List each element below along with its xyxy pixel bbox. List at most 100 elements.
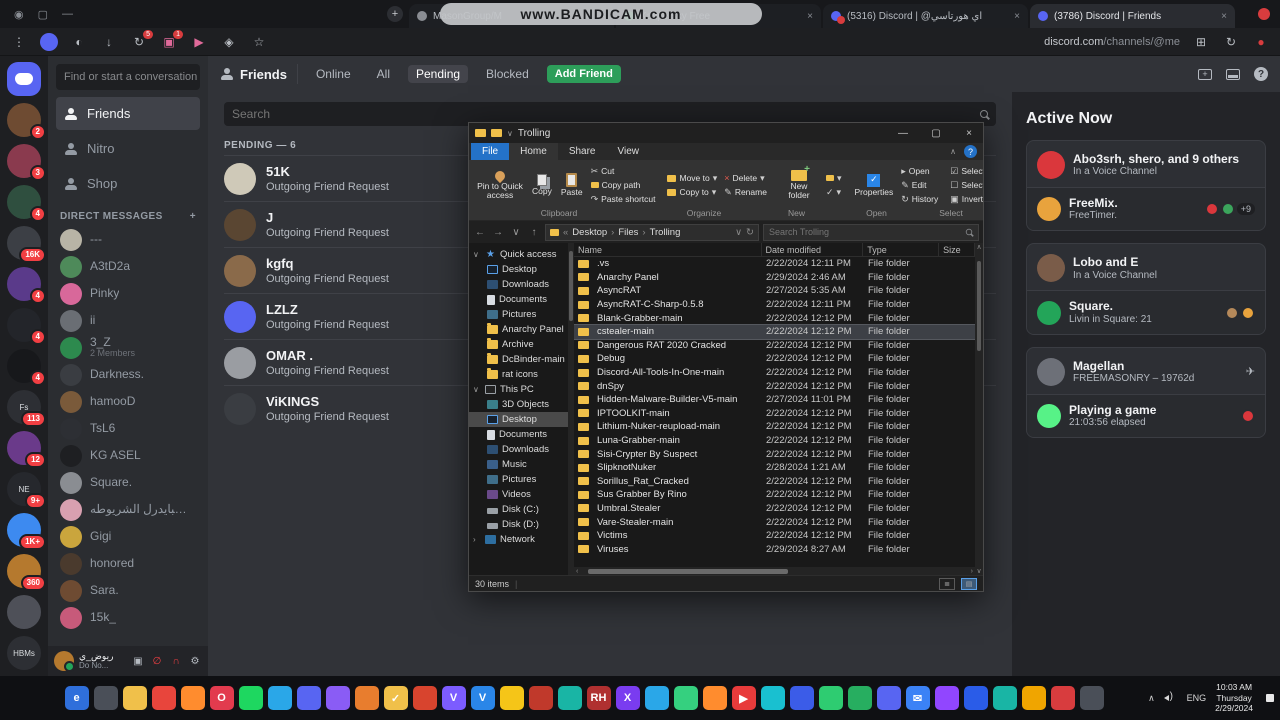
minimize-button[interactable]: —: [889, 123, 917, 143]
file-row[interactable]: Anarchy Panel 2/29/2024 2:46 AM File fol…: [574, 271, 975, 285]
tab-close-icon[interactable]: ×: [807, 11, 813, 22]
edit-button[interactable]: ✎ Edit: [899, 179, 940, 192]
dm-item[interactable]: Gigi: [56, 523, 200, 550]
taskbar-app-icon[interactable]: [992, 686, 1017, 710]
tree-item[interactable]: Documents: [469, 292, 568, 307]
server-icon[interactable]: 12: [7, 431, 46, 468]
tree-quick-access[interactable]: ∨ ★ Quick access: [469, 247, 568, 262]
recent-locations-icon[interactable]: ∨: [509, 227, 523, 238]
taskbar-app-icon[interactable]: [528, 686, 553, 710]
file-row[interactable]: Vare-Stealer-main 2/22/2024 12:12 PM Fil…: [574, 515, 975, 529]
taskbar-app-icon[interactable]: [1050, 686, 1075, 710]
new-tab-button[interactable]: +: [387, 6, 404, 22]
taskbar-app-icon[interactable]: [818, 686, 843, 710]
pin-quick-access-button[interactable]: Pin to Quick access: [474, 168, 526, 201]
file-row[interactable]: Sorillus_Rat_Cracked 2/22/2024 12:12 PM …: [574, 475, 975, 489]
active-now-card[interactable]: Abo3srh, shero, and 9 others In a Voice …: [1026, 140, 1266, 232]
column-name[interactable]: Name: [574, 243, 762, 256]
file-row[interactable]: Sus Grabber By Rino 2/22/2024 12:12 PM F…: [574, 488, 975, 502]
window-minimize-icon[interactable]: —: [62, 8, 73, 21]
tree-this-pc[interactable]: ∨ This PC: [469, 382, 568, 397]
taskbar-app-icon[interactable]: [1079, 686, 1104, 710]
tree-item[interactable]: 3D Objects: [469, 397, 568, 412]
shield-icon[interactable]: ◈: [220, 33, 238, 51]
help-icon[interactable]: ?: [1254, 67, 1268, 81]
window-close-icon[interactable]: ◉: [14, 8, 24, 21]
deafen-icon[interactable]: ∩: [169, 654, 183, 668]
mute-mic-icon[interactable]: ∅: [150, 654, 164, 668]
taskbar-app-icon[interactable]: [180, 686, 205, 710]
paste-button[interactable]: Paste: [558, 172, 586, 198]
breadcrumb[interactable]: « Desktop › Files › Trolling ∨ ↻: [545, 223, 759, 241]
dm-item[interactable]: 15k_: [56, 604, 200, 631]
tree-item[interactable]: Pictures: [469, 472, 568, 487]
sidebar-nav-item[interactable]: Friends: [56, 97, 200, 130]
friends-tab[interactable]: Online: [308, 65, 359, 83]
taskbar-app-icon[interactable]: V: [441, 686, 466, 710]
address-dropdown-icon[interactable]: ∨: [735, 227, 742, 238]
friends-tab[interactable]: Pending: [408, 65, 469, 83]
create-dm-icon[interactable]: +: [190, 211, 196, 222]
server-icon[interactable]: 2: [7, 103, 46, 140]
taskbar-app-icon[interactable]: [93, 686, 118, 710]
file-row[interactable]: Luna-Grabber-main 2/22/2024 12:12 PM Fil…: [574, 434, 975, 448]
capture-icon[interactable]: ▣ 1: [160, 29, 183, 51]
server-icon[interactable]: Fs 113: [7, 390, 46, 427]
invert-selection-button[interactable]: ▣Invert selection: [948, 193, 983, 206]
forward-icon[interactable]: →: [491, 227, 505, 238]
dm-item[interactable]: Square.: [56, 469, 200, 496]
theme-toggle-icon[interactable]: ◐: [70, 33, 88, 51]
taskbar-app-icon[interactable]: [267, 686, 292, 710]
breadcrumb-trolling[interactable]: Trolling: [650, 227, 681, 238]
file-row[interactable]: Hidden-Malware-Builder-V5-main 2/27/2024…: [574, 393, 975, 407]
conversation-search[interactable]: Find or start a conversation: [56, 64, 200, 90]
taskbar-app-icon[interactable]: [1021, 686, 1046, 710]
explorer-search[interactable]: [763, 223, 979, 241]
explorer-help-icon[interactable]: ?: [964, 145, 977, 158]
easy-access-button[interactable]: ✓ ▾: [824, 186, 844, 199]
server-icon[interactable]: [7, 62, 41, 96]
file-row[interactable]: Blank-Grabber-main 2/22/2024 12:12 PM Fi…: [574, 311, 975, 325]
taskbar-app-icon[interactable]: [702, 686, 727, 710]
hidden-icons-chevron-icon[interactable]: ∧: [1148, 693, 1155, 704]
taskbar-app-icon[interactable]: [151, 686, 176, 710]
ribbon-tab-share[interactable]: Share: [558, 143, 607, 160]
column-type[interactable]: Type: [863, 243, 940, 256]
explorer-titlebar[interactable]: ∨ Trolling — ▢ ×: [469, 123, 983, 143]
dm-item[interactable]: ii: [56, 307, 200, 334]
dm-item[interactable]: 3_Z 2 Members: [56, 334, 200, 361]
server-icon[interactable]: 4: [7, 185, 46, 222]
tree-item[interactable]: Downloads: [469, 442, 568, 457]
tree-item[interactable]: Pictures: [469, 307, 568, 322]
close-button[interactable]: ×: [955, 123, 983, 143]
tree-network[interactable]: › Network: [469, 532, 568, 547]
taskbar-app-icon[interactable]: [644, 686, 669, 710]
back-icon[interactable]: ←: [473, 227, 487, 238]
horizontal-scrollbar[interactable]: ‹ ›: [574, 567, 975, 575]
new-group-dm-icon[interactable]: +: [1198, 68, 1212, 80]
taskbar-app-icon[interactable]: [963, 686, 988, 710]
user-avatar[interactable]: [54, 651, 75, 672]
file-row[interactable]: Victims 2/22/2024 12:12 PM File folder: [574, 529, 975, 543]
reload-icon[interactable]: ↻: [1222, 33, 1240, 51]
taskbar-app-icon[interactable]: [760, 686, 785, 710]
move-to-button[interactable]: Move to ▾: [665, 172, 719, 185]
explorer-search-input[interactable]: [769, 227, 965, 237]
taskbar-app-icon[interactable]: ✉: [905, 686, 930, 710]
taskbar-app-icon[interactable]: X: [615, 686, 640, 710]
tree-item[interactable]: Disk (D:): [469, 517, 568, 532]
active-now-card[interactable]: Magellan FREEMASONRY – 19762d ✈ Playing …: [1026, 346, 1266, 439]
tree-item[interactable]: Desktop: [469, 412, 568, 427]
up-icon[interactable]: ↑: [527, 227, 541, 238]
file-row[interactable]: cstealer-main 2/22/2024 12:12 PM File fo…: [574, 323, 975, 340]
server-icon[interactable]: [7, 595, 41, 629]
notification-center-icon[interactable]: [1266, 694, 1274, 702]
server-icon[interactable]: 16K: [7, 226, 46, 263]
tree-item[interactable]: Music: [469, 457, 568, 472]
breadcrumb-desktop[interactable]: Desktop: [572, 227, 607, 238]
breadcrumb-files[interactable]: Files: [618, 227, 638, 238]
tree-item[interactable]: DcBinder-main: [469, 352, 568, 367]
taskbar-app-icon[interactable]: [934, 686, 959, 710]
dm-item[interactable]: Pinky: [56, 280, 200, 307]
bookmark-star-icon[interactable]: ☆: [250, 33, 268, 51]
